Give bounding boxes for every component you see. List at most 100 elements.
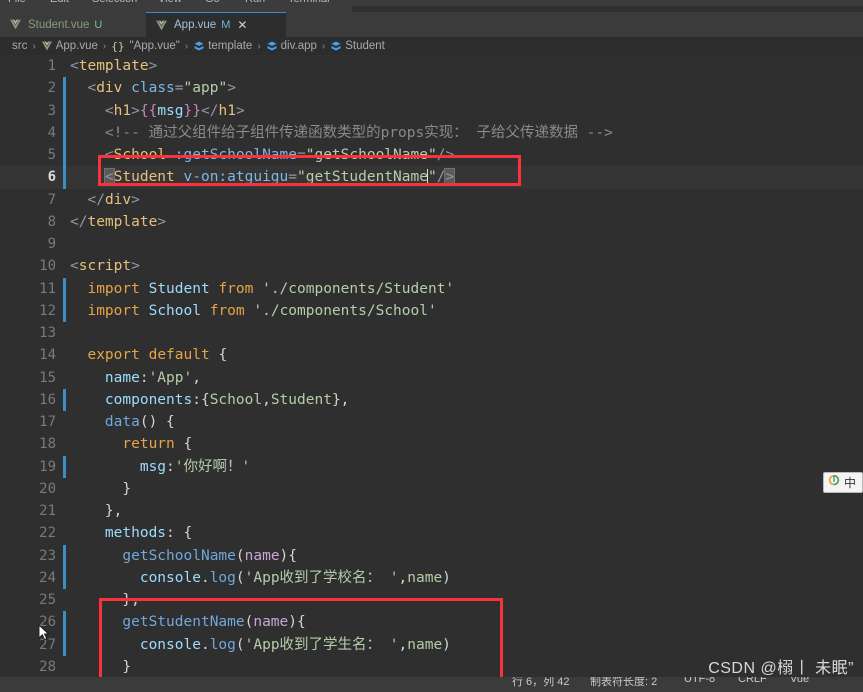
git-change-indicator xyxy=(63,611,66,634)
line-number: 8 xyxy=(47,213,56,230)
code-line[interactable]: 20 } xyxy=(0,478,863,500)
line-number: 13 xyxy=(39,325,56,341)
symbol-field-icon xyxy=(330,40,342,52)
git-change-indicator xyxy=(63,388,66,411)
code-line[interactable]: 19 msg:'你好啊！' xyxy=(0,455,863,478)
code-text: console.log('App收到了学校名： ',name) xyxy=(139,569,451,586)
breadcrumb-item-src[interactable]: src xyxy=(9,40,27,52)
line-number: 16 xyxy=(39,391,56,408)
code-line[interactable]: 1 <template> xyxy=(0,55,863,77)
code-line[interactable]: 26 getStudentName(name){ xyxy=(0,611,863,634)
code-line[interactable]: 13 xyxy=(0,322,863,344)
code-text: </template> xyxy=(70,213,167,230)
csdn-watermark: CSDN @榒丨 未眠” xyxy=(708,660,854,677)
code-line[interactable]: 10 <script> xyxy=(0,255,863,277)
tab-status-badge: M xyxy=(221,19,231,31)
breadcrumb-item-student[interactable]: Student xyxy=(330,40,385,52)
breadcrumb-item-div-app[interactable]: div.app xyxy=(266,40,317,52)
code-line[interactable]: 17 data() { xyxy=(0,411,863,433)
code-text: <!-- 通过父组件给子组件传递函数类型的props实现： 子给父传递数据 --… xyxy=(104,124,613,141)
code-text: }, xyxy=(104,503,123,519)
code-editor[interactable]: 1 <template> 2 <div class="app"> 3 <h1>{{ms… xyxy=(0,55,863,677)
tab-app-vue[interactable]: App.vue M ✕ xyxy=(146,12,286,37)
code-text: msg:'你好啊！' xyxy=(139,458,251,475)
code-text: components:{School,Student}, xyxy=(104,391,350,408)
menu-item-selection[interactable]: Selection xyxy=(92,0,137,5)
git-change-indicator xyxy=(63,633,66,656)
code-line[interactable]: 2 <div class="app"> xyxy=(0,77,863,100)
breadcrumb-separator: › xyxy=(32,40,36,52)
status-language-mode[interactable]: Vue xyxy=(790,677,809,685)
menu-item-file[interactable]: File xyxy=(8,0,26,5)
line-number: 19 xyxy=(39,458,56,475)
code-line[interactable]: 22 methods: { xyxy=(0,522,863,544)
editor-tab-bar: Student.vue U App.vue M ✕ xyxy=(0,12,863,37)
breadcrumb-item-app-vue[interactable]: App.vue xyxy=(41,40,98,52)
breadcrumb-label: App.vue xyxy=(55,40,98,52)
git-change-indicator xyxy=(63,277,66,300)
close-icon[interactable]: ✕ xyxy=(237,19,247,31)
status-cursor-position[interactable]: 行 6，列 42 xyxy=(512,677,569,689)
code-line[interactable]: 23 getSchoolName(name){ xyxy=(0,544,863,567)
code-text: <div class="app"> xyxy=(87,80,236,97)
code-line[interactable]: 6 <Student v-on:atguigu="getStudentName"… xyxy=(0,166,863,189)
status-encoding[interactable]: UTF-8 xyxy=(684,677,715,685)
menu-item-view[interactable]: View xyxy=(158,0,182,5)
code-line[interactable]: 27 console.log('App收到了学生名： ',name) xyxy=(0,633,863,656)
line-number: 1 xyxy=(47,58,56,74)
menu-bar-clipped: File Edit Selection View Go Run Terminal xyxy=(0,0,863,12)
ime-mode-label: 中 xyxy=(844,476,857,490)
menu-item-run[interactable]: Run xyxy=(245,0,265,5)
code-line[interactable]: 21 }, xyxy=(0,500,863,522)
breadcrumb-item-app-vue-symbol[interactable]: {} "App.vue" xyxy=(111,40,180,53)
line-number: 7 xyxy=(47,191,56,208)
menu-item-go[interactable]: Go xyxy=(205,0,220,5)
vue-logo-icon xyxy=(9,18,22,31)
ime-indicator[interactable]: 中 xyxy=(823,472,863,493)
git-change-indicator xyxy=(63,455,66,478)
code-line[interactable]: 4 <!-- 通过父组件给子组件传递函数类型的props实现： 子给父传递数据 … xyxy=(0,121,863,144)
code-text: } xyxy=(122,658,132,675)
tab-student-vue[interactable]: Student.vue U xyxy=(0,12,146,37)
status-eol[interactable]: CRLF xyxy=(738,677,767,685)
status-indentation[interactable]: 制表符长度: 2 xyxy=(590,677,657,689)
mouse-cursor-icon xyxy=(38,624,50,641)
menu-item-edit[interactable]: Edit xyxy=(50,0,69,5)
git-change-indicator xyxy=(63,166,66,189)
code-text: methods: { xyxy=(104,525,193,542)
code-line[interactable]: 5 <School :getSchoolName="getSchoolName"… xyxy=(0,144,863,167)
code-text: export default { xyxy=(87,347,228,364)
code-text: name:'App', xyxy=(104,369,201,386)
code-line[interactable]: 11 import Student from './components/Stu… xyxy=(0,277,863,300)
status-bar: 行 6，列 42 制表符长度: 2 UTF-8 CRLF Vue xyxy=(0,677,863,692)
vue-logo-icon xyxy=(41,40,53,52)
code-line[interactable]: 9 xyxy=(0,233,863,255)
breadcrumb-label: "App.vue" xyxy=(129,40,180,52)
code-line[interactable]: 16 components:{School,Student}, xyxy=(0,388,863,411)
code-text: data() { xyxy=(104,414,175,430)
line-number: 25 xyxy=(39,592,56,608)
line-number: 3 xyxy=(47,102,56,119)
code-line[interactable]: 24 console.log('App收到了学校名： ',name) xyxy=(0,566,863,589)
line-number: 17 xyxy=(39,414,56,430)
code-line[interactable]: 12 import School from './components/Scho… xyxy=(0,299,863,322)
code-line[interactable]: 18 return { xyxy=(0,433,863,455)
code-line[interactable]: 25 }, xyxy=(0,589,863,611)
code-line[interactable]: 15 name:'App', xyxy=(0,367,863,389)
code-line[interactable]: 14 export default { xyxy=(0,344,863,366)
code-line[interactable]: 8 </template> xyxy=(0,211,863,233)
breadcrumb-separator: › xyxy=(184,40,189,52)
code-line[interactable]: 7 </div> xyxy=(0,189,863,211)
code-text: }, xyxy=(122,592,140,608)
line-number: 18 xyxy=(39,436,56,453)
vscode-window: File Edit Selection View Go Run Terminal… xyxy=(0,0,863,692)
sogou-ime-icon xyxy=(827,474,841,491)
menu-item-terminal[interactable]: Terminal xyxy=(288,0,330,5)
breadcrumb-separator: › xyxy=(257,40,261,52)
breadcrumb-item-template[interactable]: template xyxy=(193,40,252,52)
code-line[interactable]: 3 <h1>{{msg}}</h1> xyxy=(0,99,863,122)
code-lines-container: 1 <template> 2 <div class="app"> 3 <h1>{{ms… xyxy=(0,55,863,677)
line-number: 24 xyxy=(39,569,56,586)
line-number: 12 xyxy=(39,302,56,319)
tab-label: App.vue xyxy=(174,19,217,31)
